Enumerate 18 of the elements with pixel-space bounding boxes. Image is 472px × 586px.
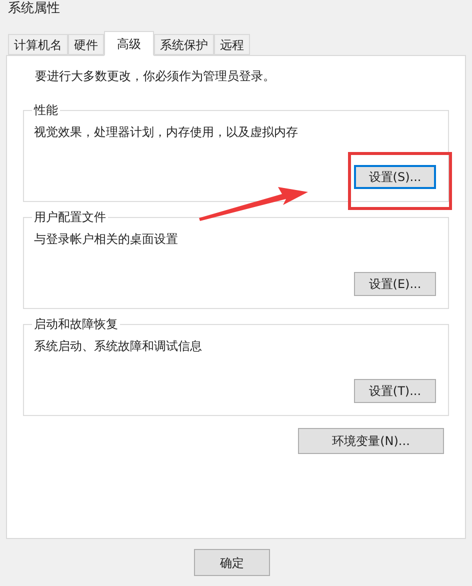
group-title: 启动和故障恢复 xyxy=(33,316,119,333)
environment-variables-button[interactable]: 环境变量(N)... xyxy=(298,428,444,454)
settings-button[interactable]: 设置(T)... xyxy=(354,379,436,403)
group-description: 系统启动、系统故障和调试信息 xyxy=(34,338,203,355)
group-description: 视觉效果，处理器计划，内存使用，以及虚拟内存 xyxy=(34,124,299,141)
settings-button[interactable]: 设置(S)... xyxy=(354,165,436,189)
tab[interactable]: 远程 xyxy=(214,34,250,55)
tab[interactable]: 系统保护 xyxy=(154,34,214,55)
group-title: 性能 xyxy=(32,102,59,119)
tab[interactable]: 硬件 xyxy=(68,34,104,55)
group-description: 与登录帐户相关的桌面设置 xyxy=(34,231,179,248)
group-title: 用户配置文件 xyxy=(33,209,107,226)
ok-button[interactable]: 确定 xyxy=(194,549,270,576)
admin-notice: 要进行大多数更改，你必须作为管理员登录。 xyxy=(35,68,276,85)
window-title: 系统属性 xyxy=(7,0,61,18)
tab[interactable]: 高级 xyxy=(104,31,154,56)
tab[interactable]: 计算机名 xyxy=(8,34,68,55)
settings-button[interactable]: 设置(E)... xyxy=(354,272,436,296)
